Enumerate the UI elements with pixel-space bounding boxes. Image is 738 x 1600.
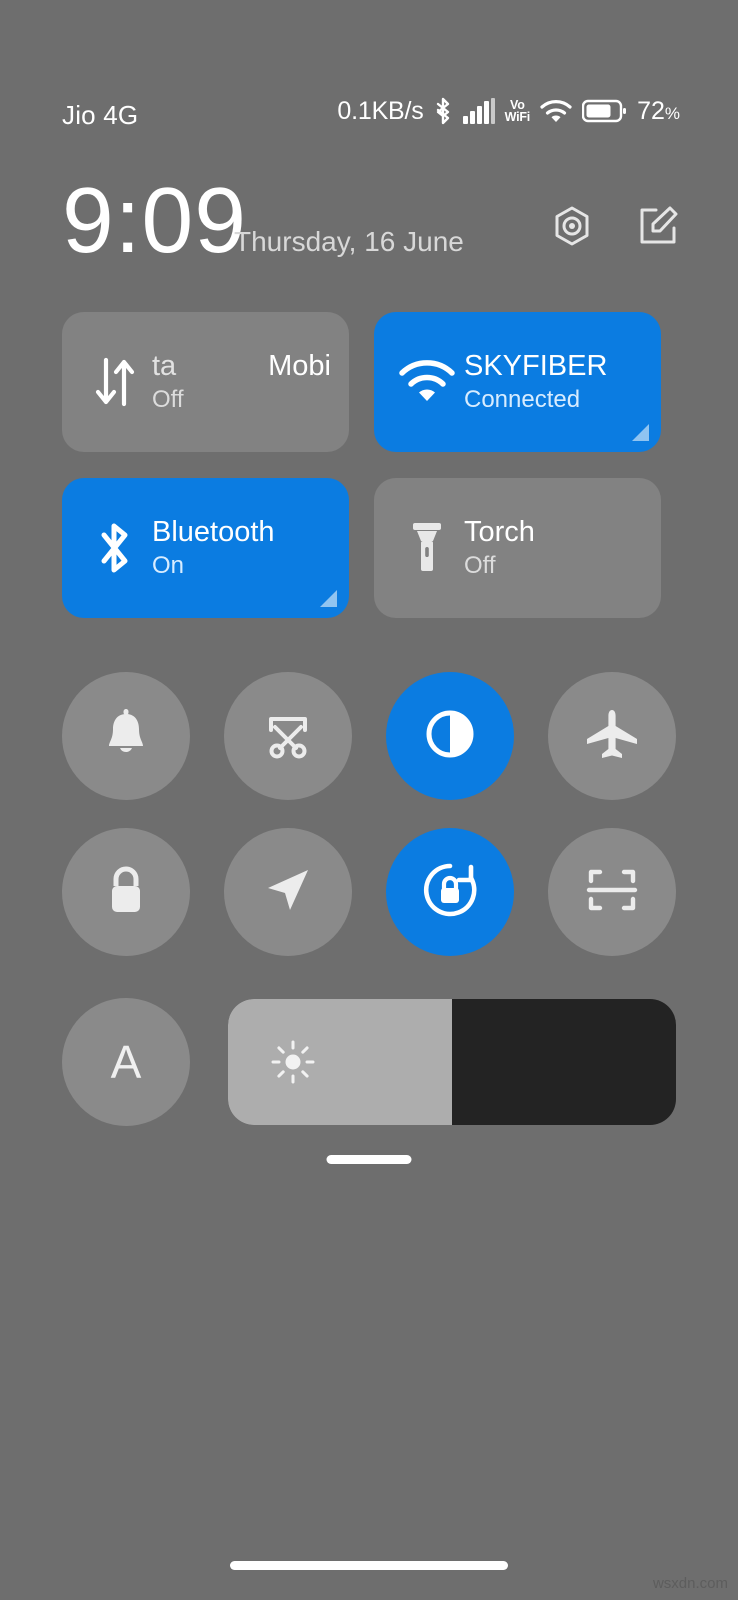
toggle-auto-rotate[interactable]	[386, 828, 514, 956]
tile-expand-indicator[interactable]	[632, 424, 649, 441]
tile-bluetooth-text: Bluetooth On	[146, 515, 331, 581]
quick-settings-panel: Jio 4G 0.1KB/s Vo WiFi 72% 9:09 Thursday…	[0, 0, 738, 1600]
volte-line-2: WiFi	[504, 110, 531, 124]
watermark: wsxdn.com	[652, 1575, 728, 1592]
tile-expand-indicator[interactable]	[320, 590, 337, 607]
brightness-row: A	[62, 998, 676, 1126]
percent-symbol: %	[664, 103, 680, 123]
screenshot-icon	[262, 708, 314, 765]
tile-torch-status: Off	[464, 552, 496, 579]
tile-mobile-data-title: ta Mobi	[152, 349, 331, 383]
tile-bluetooth-title: Bluetooth	[152, 516, 275, 548]
battery-icon	[582, 99, 627, 123]
round-toggle-row-2	[62, 828, 676, 956]
edit-tiles-icon[interactable]	[636, 204, 680, 248]
tile-torch-title: Torch	[464, 516, 535, 548]
clock-row: 9:09 Thursday, 16 June	[62, 172, 680, 274]
brightness-slider-fill	[228, 999, 452, 1125]
tile-torch[interactable]: Torch Off	[374, 478, 661, 618]
tile-mobile-data[interactable]: ta Mobi Off	[62, 312, 349, 452]
mobile-data-icon	[84, 354, 146, 410]
clock-date: Thursday, 16 June	[234, 226, 464, 257]
torch-icon	[396, 519, 458, 577]
marquee-tail: ta	[152, 350, 177, 382]
marquee-head: Mobi	[268, 350, 331, 382]
tile-mobile-data-status: Off	[152, 386, 184, 413]
dark-mode-icon	[422, 706, 478, 767]
toggle-silent-mode[interactable]	[62, 672, 190, 800]
toggle-scanner[interactable]	[548, 828, 676, 956]
lock-icon	[104, 864, 148, 921]
status-bar: Jio 4G 0.1KB/s Vo WiFi 72%	[0, 0, 738, 150]
auto-brightness-label: A	[110, 1036, 142, 1088]
toggle-screenshot[interactable]	[224, 672, 352, 800]
tile-wifi-status: Connected	[464, 386, 581, 413]
cellular-signal-icon	[462, 98, 496, 124]
home-gesture-bar[interactable]	[230, 1561, 508, 1570]
scan-icon	[586, 864, 638, 921]
brightness-slider[interactable]	[228, 999, 676, 1125]
tile-mobile-data-text: ta Mobi Off	[146, 349, 331, 415]
location-icon	[262, 864, 314, 921]
clock-actions	[550, 204, 680, 248]
wifi-icon	[396, 359, 458, 405]
tile-bluetooth-status: On	[152, 552, 185, 579]
tile-torch-text: Torch Off	[458, 515, 643, 581]
bluetooth-icon	[433, 96, 453, 126]
tile-row-1: ta Mobi Off SKYFIBER Connected	[62, 312, 676, 452]
toggle-dark-mode[interactable]	[386, 672, 514, 800]
hex-settings-icon[interactable]	[550, 204, 594, 248]
round-toggle-row-1	[62, 672, 676, 800]
tile-row-2: Bluetooth On Torch Off	[62, 478, 676, 618]
round-toggle-grid	[62, 672, 676, 984]
quick-tiles-grid: ta Mobi Off SKYFIBER Connected Bluetooth…	[62, 312, 676, 644]
battery-percent-value: 72	[637, 96, 665, 125]
clock-time: 9:09	[62, 168, 248, 272]
network-speed-label: 0.1KB/s	[337, 96, 424, 125]
carrier-label: Jio 4G	[62, 100, 139, 130]
panel-drag-handle[interactable]	[326, 1155, 412, 1164]
toggle-location[interactable]	[224, 828, 352, 956]
airplane-icon	[584, 708, 640, 765]
toggle-auto-brightness[interactable]: A	[62, 998, 190, 1126]
brightness-sun-icon	[270, 1039, 316, 1085]
toggle-lock-screen[interactable]	[62, 828, 190, 956]
wifi-icon	[539, 98, 573, 124]
bluetooth-icon	[84, 518, 146, 578]
volte-wifi-icon: Vo WiFi	[504, 99, 531, 124]
tile-wifi-title: SKYFIBER	[464, 350, 608, 382]
tile-wifi[interactable]: SKYFIBER Connected	[374, 312, 661, 452]
rotation-lock-icon	[421, 861, 479, 924]
battery-percent-label: 72%	[637, 97, 680, 126]
bell-icon	[103, 708, 149, 764]
tile-wifi-text: SKYFIBER Connected	[458, 349, 643, 415]
tile-bluetooth[interactable]: Bluetooth On	[62, 478, 349, 618]
toggle-airplane-mode[interactable]	[548, 672, 676, 800]
status-bar-icons: 0.1KB/s Vo WiFi 72%	[337, 96, 680, 126]
